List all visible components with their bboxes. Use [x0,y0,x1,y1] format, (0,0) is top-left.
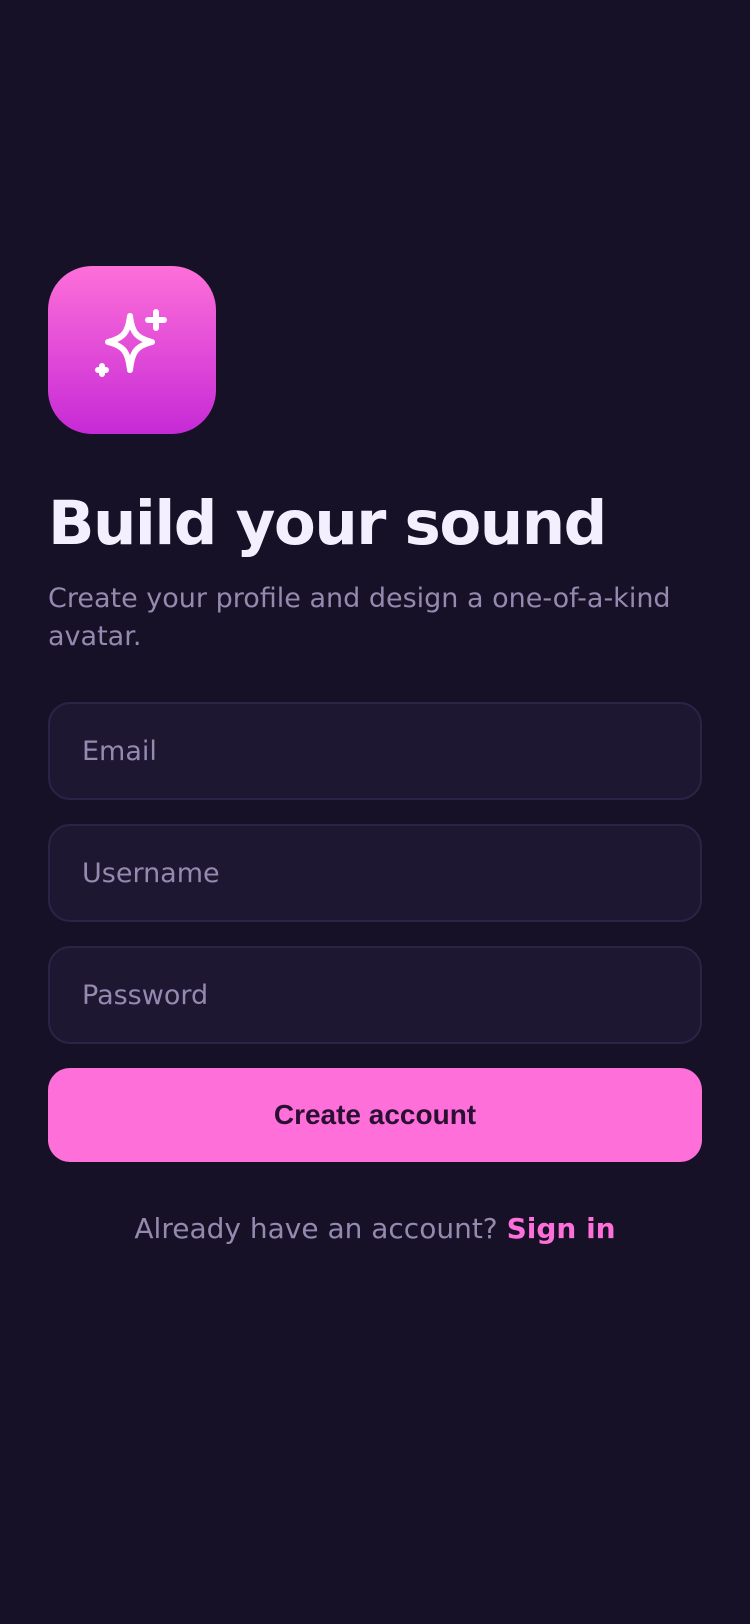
signup-form [48,702,702,1044]
password-field[interactable] [48,946,702,1044]
signin-prompt: Already have an account? Sign in [48,1212,702,1245]
username-field[interactable] [48,824,702,922]
app-logo [48,266,216,434]
signup-screen: Build your sound Create your profile and… [48,266,702,1245]
signin-prompt-text: Already have an account? [134,1212,498,1245]
page-subtitle: Create your profile and design a one-of-… [48,583,671,652]
page-title: Build your sound [48,488,607,559]
email-field[interactable] [48,702,702,800]
sparkles-icon [95,309,167,377]
sign-in-link[interactable]: Sign in [507,1212,616,1245]
create-account-button[interactable]: Create account [48,1068,702,1162]
